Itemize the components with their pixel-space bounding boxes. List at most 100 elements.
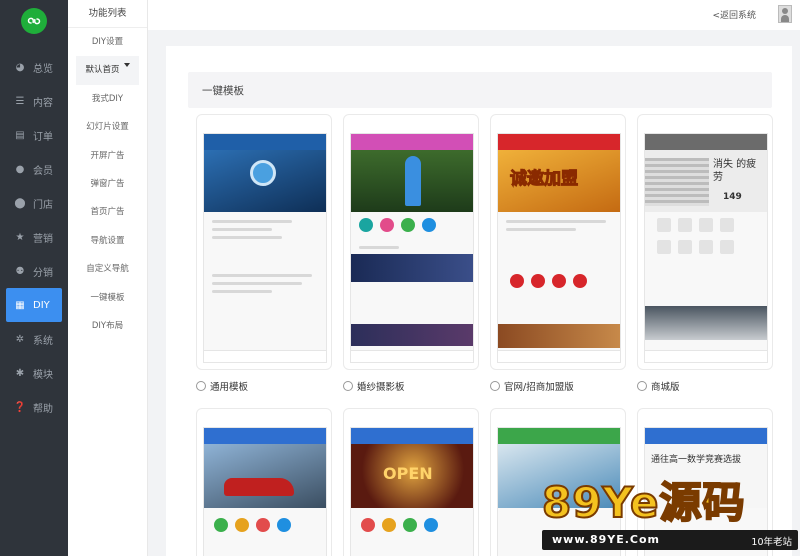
submenu-item[interactable]: 导航设置 (68, 227, 147, 255)
template-preview (203, 427, 327, 556)
template-label: 官网/招商加盟版 (504, 382, 574, 393)
preview-tabbar (351, 350, 473, 362)
submenu-item[interactable]: 幻灯片设置 (68, 113, 147, 141)
app-logo-icon[interactable] (21, 8, 47, 34)
sidebar-item-label: 订单 (33, 131, 53, 143)
sidebar-item-label: 总览 (33, 63, 53, 75)
banner-price: 149 (723, 192, 742, 202)
top-bar: <返回系统 (148, 0, 800, 30)
preview-photo (645, 306, 767, 340)
sidebar-item-label: 内容 (33, 97, 53, 109)
preview-icons (214, 518, 291, 532)
preview-figure (405, 156, 421, 206)
sidebar-item-label: 系统 (33, 335, 53, 347)
preview-header (498, 428, 620, 444)
preview-icons (361, 518, 438, 532)
preview-banner (204, 444, 326, 508)
sidebar-item-label: DIY (33, 299, 50, 311)
map-pin-icon: ⬤ (14, 197, 26, 209)
star-icon: ★ (15, 231, 25, 243)
watermark-url: www.89YE.Com (552, 533, 661, 546)
pie-chart-icon: ◕ (15, 61, 25, 73)
sidebar-item-2[interactable]: ▤ 订单 (0, 118, 68, 152)
sidebar-item-0[interactable]: ◕ 总览 (0, 50, 68, 84)
submenu-item[interactable]: 一键模板 (68, 284, 147, 312)
submenu-item[interactable]: 自定义导航 (68, 255, 147, 283)
back-to-system-link[interactable]: <返回系统 (712, 8, 756, 21)
preview-banner: 消失 的疲劳 149 (645, 150, 767, 212)
function-list-menu: 功能列表 DIY设置 默认首页 我式DIY 幻灯片设置 开屏广告 弹窗广告 首页广告 导航设置… (68, 0, 148, 556)
submenu-item[interactable]: 弹窗广告 (68, 170, 147, 198)
preview-photo (351, 324, 473, 346)
sidebar-item-label: 营销 (33, 233, 53, 245)
sidebar-item-label: 会员 (33, 165, 53, 177)
submenu-item[interactable]: 开屏广告 (68, 142, 147, 170)
preview-tabbar (498, 350, 620, 362)
sidebar-item-label: 模块 (33, 369, 53, 381)
template-option-wedding[interactable]: 婚纱摄影板 (343, 379, 405, 393)
submenu-item[interactable]: 我式DIY (68, 85, 147, 113)
preview-logo-icon (250, 160, 276, 186)
preview-tabbar (204, 350, 326, 362)
layout-icon: ▦ (15, 299, 25, 311)
preview-header (204, 428, 326, 444)
preview-header (351, 428, 473, 444)
sidebar-item-7[interactable]: ▦ DIY (6, 288, 62, 322)
sidebar-item-6[interactable]: ⚉ 分销 (0, 254, 68, 288)
template-card-car[interactable] (196, 408, 332, 556)
template-radio[interactable] (343, 381, 353, 391)
banner-text: 通往高一数学竞赛选拔 (651, 455, 742, 465)
template-preview: 消失 的疲劳 149 (644, 133, 768, 363)
sidebar-item-4[interactable]: ⬤ 门店 (0, 186, 68, 220)
template-preview (203, 133, 327, 363)
sidebar-item-label: 帮助 (33, 403, 53, 415)
list-icon: ☰ (15, 95, 25, 107)
preview-header (351, 134, 473, 150)
app-root: ◕ 总览 ☰ 内容 ▤ 订单 ● 会员 ⬤ 门店 ★ 营销 ⚉ 分销 ▦ DIY ✲ 系统 ✱ 模块 ❓ 帮助 功能列表 … (0, 0, 800, 556)
preview-photo (498, 324, 620, 348)
preview-icons (657, 218, 734, 232)
puzzle-icon: ✱ (15, 367, 25, 379)
watermark-tag: 10年老站 (751, 537, 792, 548)
sidebar-item-1[interactable]: ☰ 内容 (0, 84, 68, 118)
sidebar-item-3[interactable]: ● 会员 (0, 152, 68, 186)
sidebar-item-9[interactable]: ✱ 模块 (0, 356, 68, 390)
preview-icons (657, 240, 734, 254)
template-radio[interactable] (196, 381, 206, 391)
template-card-franchise[interactable]: 诚邀加盟 (490, 114, 626, 370)
template-option-shop[interactable]: 商城版 (637, 379, 680, 393)
submenu-item[interactable]: 默认首页 (76, 56, 139, 85)
preview-header (645, 428, 767, 444)
template-label: 婚纱摄影板 (357, 382, 405, 393)
template-preview: OPEN (350, 427, 474, 556)
preview-header (645, 134, 767, 150)
sidebar-item-label: 门店 (33, 199, 53, 211)
template-card-film[interactable]: OPEN (343, 408, 479, 556)
template-preview (350, 133, 474, 363)
submenu-item[interactable]: DIY布局 (68, 312, 147, 340)
preview-tabbar (645, 350, 767, 362)
template-radio[interactable] (490, 381, 500, 391)
preview-banner: OPEN (351, 444, 473, 508)
sidebar-item-5[interactable]: ★ 营销 (0, 220, 68, 254)
sidebar-item-10[interactable]: ❓ 帮助 (0, 390, 68, 424)
submenu-item[interactable]: DIY设置 (68, 28, 147, 56)
template-card-shop[interactable]: 消失 的疲劳 149 (637, 114, 773, 370)
section-header: 一键模板 (188, 72, 772, 108)
template-radio[interactable] (637, 381, 647, 391)
avatar[interactable] (778, 5, 792, 23)
template-option-franchise[interactable]: 官网/招商加盟版 (490, 379, 574, 393)
template-option-general[interactable]: 通用模板 (196, 379, 248, 393)
watermark-logo: 89Ye源码 (541, 478, 746, 527)
preview-icons (359, 218, 436, 232)
template-card-wedding[interactable] (343, 114, 479, 370)
preview-header (498, 134, 620, 150)
users-icon: ⚉ (15, 265, 25, 277)
preview-icons (510, 274, 587, 288)
sidebar-item-8[interactable]: ✲ 系统 (0, 322, 68, 356)
template-preview: 诚邀加盟 (497, 133, 621, 363)
template-card-general[interactable] (196, 114, 332, 370)
submenu-item[interactable]: 首页广告 (68, 198, 147, 226)
main-sidebar: ◕ 总览 ☰ 内容 ▤ 订单 ● 会员 ⬤ 门店 ★ 营销 ⚉ 分销 ▦ DIY ✲ 系统 ✱ 模块 ❓ 帮助 (0, 0, 68, 556)
banner-text: 消失 的疲劳 (713, 159, 757, 183)
